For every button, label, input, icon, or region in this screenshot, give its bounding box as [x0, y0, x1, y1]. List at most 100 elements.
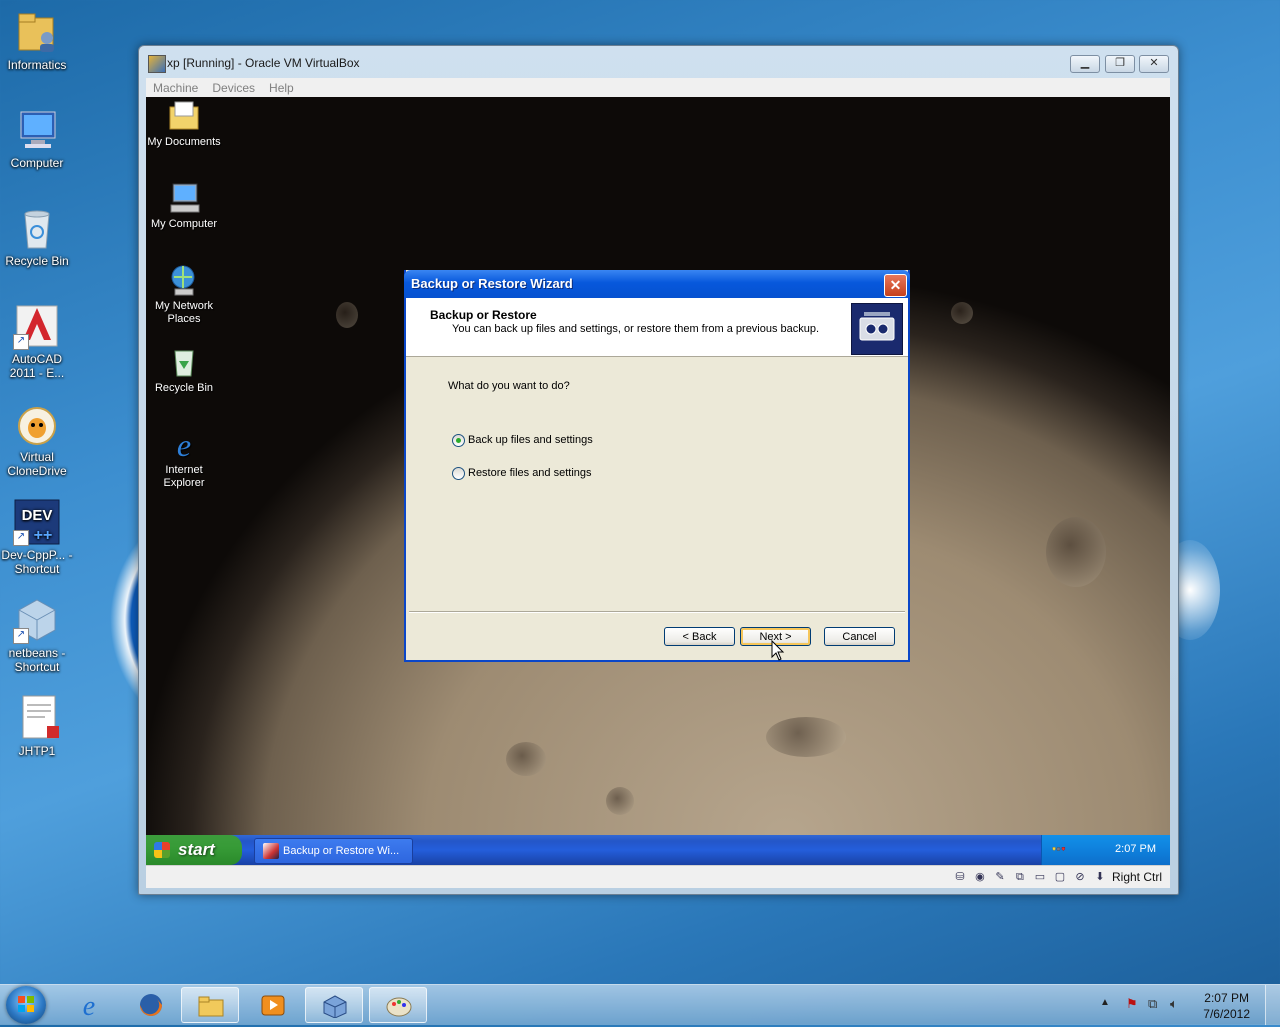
- dialog-header: Backup or Restore You can back up files …: [406, 298, 908, 357]
- taskbar-pin-media-player[interactable]: [244, 987, 302, 1023]
- show-desktop-button[interactable]: [1265, 985, 1280, 1025]
- icon-label: JHTP1: [18, 744, 56, 758]
- moon-crater: [506, 742, 546, 776]
- icon-label: My Documents: [147, 136, 221, 148]
- icon-label: netbeans - Shortcut: [8, 646, 66, 674]
- virtualbox-app-icon: [148, 55, 166, 73]
- icon-label: My Network Places: [154, 300, 214, 325]
- windows-flag-icon: [154, 842, 170, 858]
- dialog-title: Backup or Restore Wizard: [411, 276, 573, 291]
- icon-label: My Computer: [150, 218, 218, 230]
- moon-crater: [606, 787, 634, 815]
- my-documents-icon: [167, 99, 201, 133]
- dialog-close-button[interactable]: ✕: [884, 274, 907, 297]
- guest-icon-my-network-places[interactable]: My Network Places: [146, 263, 224, 326]
- tray-icons[interactable]: [1052, 842, 1066, 856]
- taskbar-pin-paint[interactable]: [369, 987, 427, 1023]
- shortcut-arrow-icon: ↗: [13, 530, 29, 546]
- desktop-icon-informatics[interactable]: Informatics: [0, 8, 74, 72]
- start-label: start: [178, 840, 215, 859]
- svg-text:DEV: DEV: [22, 507, 53, 524]
- minimize-button[interactable]: ▁: [1070, 55, 1100, 73]
- back-button[interactable]: < Back: [664, 627, 735, 646]
- autocad-icon: ↗: [13, 302, 61, 350]
- desktop-icon-recycle-bin[interactable]: Recycle Bin: [0, 204, 74, 268]
- recycle-bin-icon: [13, 204, 61, 252]
- host-key-icon: ⬇: [1095, 871, 1105, 883]
- guest-icon-my-documents[interactable]: My Documents: [146, 99, 224, 149]
- mouse-cursor-icon: [771, 640, 785, 661]
- desktop-icon-dev-cpp[interactable]: DEV ++ ↗ Dev-CppP... - Shortcut: [0, 498, 74, 576]
- icon-label: AutoCAD 2011 - E...: [9, 352, 65, 380]
- show-hidden-icons-icon[interactable]: ▲: [1100, 997, 1110, 1008]
- system-tray: 2:07 PM: [1041, 835, 1170, 865]
- cancel-button[interactable]: Cancel: [824, 627, 895, 646]
- floppy-icon[interactable]: ✎: [992, 869, 1008, 885]
- system-clock[interactable]: 2:07 PM 7/6/2012: [1203, 990, 1250, 1022]
- icon-label: Recycle Bin: [154, 382, 214, 394]
- taskbar-pin-explorer[interactable]: [181, 987, 239, 1023]
- folder-icon: [198, 996, 224, 1017]
- dev-cpp-icon: DEV ++ ↗: [13, 498, 61, 546]
- moon-crater: [336, 302, 358, 328]
- close-button[interactable]: ✕: [1139, 55, 1169, 73]
- dialog-titlebar[interactable]: Backup or Restore Wizard ✕: [404, 270, 910, 298]
- folder-user-icon: [13, 8, 61, 56]
- shared-folders-icon[interactable]: ▢: [1052, 869, 1068, 885]
- icon-label: Recycle Bin: [5, 254, 69, 268]
- shortcut-arrow-icon: ↗: [13, 334, 29, 350]
- radio-backup[interactable]: Back up files and settings: [452, 433, 752, 449]
- taskbar-pin-firefox[interactable]: [122, 987, 180, 1023]
- icon-label: Computer: [10, 156, 64, 170]
- desktop-icon-computer[interactable]: Computer: [0, 106, 74, 170]
- backup-tape-icon: [851, 303, 903, 355]
- guest-icon-internet-explorer[interactable]: e Internet Explorer: [146, 427, 224, 490]
- volume-muted-icon[interactable]: 🔈︎: [1170, 996, 1178, 1012]
- optical-drive-icon[interactable]: ◉: [972, 869, 988, 885]
- network-status-icon[interactable]: ⧉: [1148, 996, 1157, 1012]
- network-icon[interactable]: ⧉: [1012, 869, 1028, 885]
- firefox-icon: [140, 994, 162, 1016]
- windows-start-orb[interactable]: [6, 986, 46, 1024]
- usb-icon[interactable]: ▭: [1032, 869, 1048, 885]
- mouse-integration-icon[interactable]: ⊘: [1072, 869, 1088, 885]
- hard-disk-icon[interactable]: ⛁: [952, 869, 968, 885]
- backup-wizard-icon: [263, 843, 279, 859]
- icon-label: Virtual CloneDrive: [7, 450, 67, 478]
- radio-restore[interactable]: Restore files and settings: [452, 466, 752, 482]
- action-center-flag-icon[interactable]: ⚑: [1126, 996, 1138, 1012]
- recycle-bin-icon: [167, 345, 201, 379]
- windows-taskbar: e ▲ ⚑ ⧉ 🔈︎ 2:07 PM 7/6/2012: [0, 984, 1280, 1025]
- window-title: xp [Running] - Oracle VM VirtualBox: [167, 56, 360, 70]
- desktop-icon-netbeans[interactable]: ↗ netbeans - Shortcut: [0, 596, 74, 674]
- menu-help[interactable]: Help: [262, 78, 301, 98]
- computer-icon: [13, 106, 61, 154]
- guest-icon-recycle-bin[interactable]: Recycle Bin: [146, 345, 224, 395]
- radio-indicator[interactable]: [452, 467, 465, 480]
- taskbar-pin-virtualbox[interactable]: [305, 987, 363, 1023]
- taskbar-item-backup-wizard[interactable]: Backup or Restore Wi...: [254, 838, 413, 864]
- virtualbox-icon: [323, 995, 347, 1018]
- svg-text:e: e: [177, 427, 191, 461]
- radio-label: Restore files and settings: [468, 467, 592, 479]
- desktop-icon-jhtp1[interactable]: JHTP1: [0, 694, 74, 758]
- start-button[interactable]: start: [146, 835, 242, 865]
- svg-text:e: e: [83, 993, 95, 1017]
- sheep-icon: [13, 400, 61, 448]
- status-bar: ⛁ ◉ ✎ ⧉ ▭ ▢ ⊘ ⬇ Right Ctrl: [146, 865, 1170, 888]
- desktop-icon-autocad[interactable]: ↗ AutoCAD 2011 - E...: [0, 302, 74, 380]
- button-separator: [409, 611, 905, 613]
- icon-label: Internet Explorer: [163, 464, 205, 489]
- menu-devices[interactable]: Devices: [205, 78, 262, 98]
- guest-icon-my-computer[interactable]: My Computer: [146, 181, 224, 231]
- moon-crater: [951, 302, 973, 324]
- maximize-button[interactable]: ❐: [1105, 55, 1135, 73]
- clock-time: 2:07 PM: [1204, 991, 1249, 1005]
- clock-date: 7/6/2012: [1203, 1007, 1250, 1021]
- taskbar-pin-internet-explorer[interactable]: e: [60, 987, 118, 1023]
- xp-clock[interactable]: 2:07 PM: [1115, 843, 1156, 855]
- desktop-icon-virtual-clonedrive[interactable]: Virtual CloneDrive: [0, 400, 74, 478]
- menu-bar: Machine Devices Help: [146, 78, 1170, 98]
- menu-machine[interactable]: Machine: [146, 78, 205, 98]
- radio-indicator-selected[interactable]: [452, 434, 465, 447]
